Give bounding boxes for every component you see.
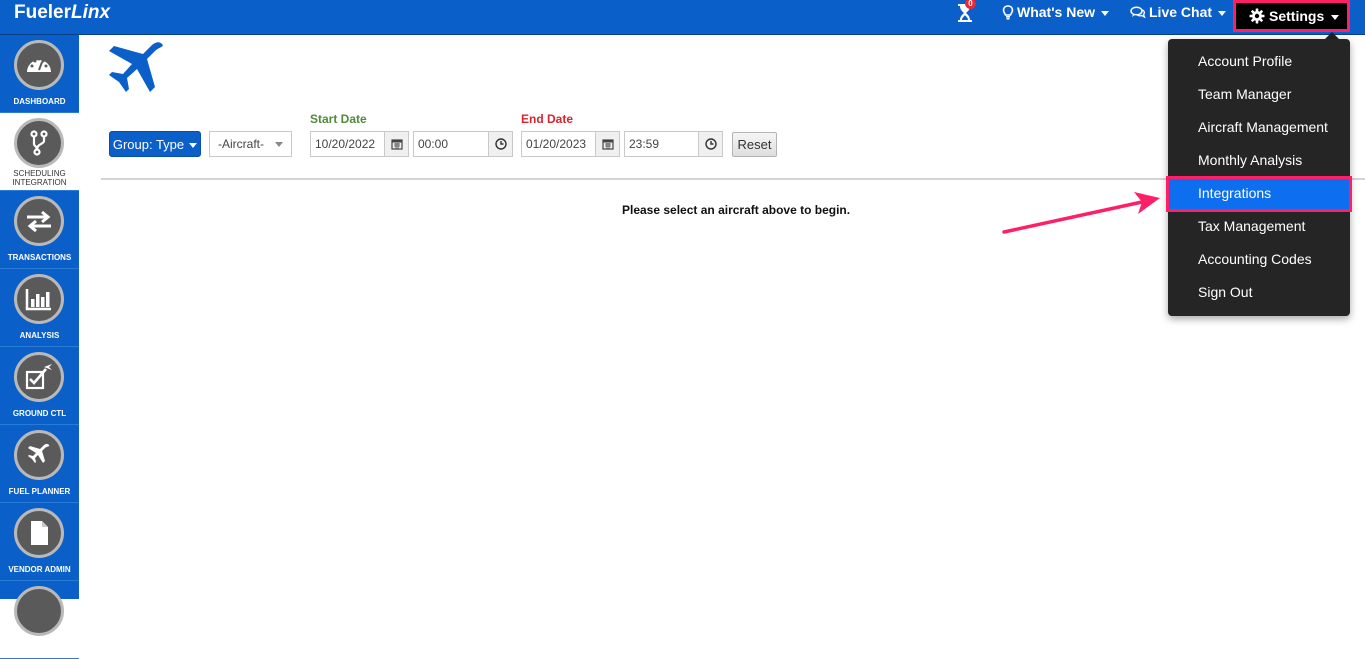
menu-item-aircraft-management[interactable]: Aircraft Management: [1168, 110, 1350, 143]
sidebar-item-scheduling-integration[interactable]: SCHEDULING INTEGRATION: [0, 113, 79, 191]
menu-item-sign-out[interactable]: Sign Out: [1168, 275, 1350, 308]
sidebar-item-label: GROUND CTL: [12, 409, 67, 418]
menu-item-monthly-analysis[interactable]: Monthly Analysis: [1168, 143, 1350, 176]
select-aircraft-hint: Please select an aircraft above to begin…: [622, 203, 851, 217]
dropdown-pointer: [1325, 32, 1339, 39]
menu-item-account-profile[interactable]: Account Profile: [1168, 44, 1350, 77]
clock-icon[interactable]: [488, 131, 513, 157]
checklist-plane-icon: [14, 352, 64, 402]
logo-italic: Linx: [71, 2, 111, 23]
branch-icon: [14, 118, 64, 168]
settings-label: Settings: [1269, 8, 1325, 24]
sidebar-item-fuel-planner[interactable]: FUEL PLANNER: [0, 425, 79, 503]
chevron-down-icon: [275, 142, 283, 147]
chevron-down-icon: [1101, 10, 1110, 16]
start-date-label: Start Date: [310, 112, 367, 126]
integrations-highlight-box: [1166, 176, 1352, 212]
top-navbar: FuelerLinx 0 What's New Live Chat Settin…: [0, 0, 1365, 35]
sidebar-item-more[interactable]: [0, 581, 79, 659]
sidebar-item-label: ANALYSIS: [19, 331, 60, 340]
end-date-label: End Date: [521, 112, 574, 126]
menu-item-accounting-codes[interactable]: Accounting Codes: [1168, 242, 1350, 275]
swap-arrows-icon: [14, 196, 64, 246]
live-chat-label: Live Chat: [1149, 4, 1213, 20]
device-icon: [14, 586, 64, 636]
settings-button[interactable]: Settings: [1233, 0, 1350, 32]
chevron-down-icon: [1218, 10, 1227, 16]
aircraft-select-value: -Aircraft-: [218, 137, 264, 151]
clock-icon[interactable]: [698, 131, 723, 157]
calendar-icon[interactable]: [595, 131, 620, 157]
group-type-label: Group: Type: [112, 136, 185, 152]
reset-button[interactable]: Reset: [732, 132, 777, 157]
chevron-down-icon: [1331, 14, 1340, 20]
sidebar-item-transactions[interactable]: TRANSACTIONS: [0, 191, 79, 269]
sidebar-item-label: FUEL PLANNER: [8, 487, 71, 496]
sidebar-item-label-line2: INTEGRATION: [12, 178, 67, 187]
sidebar-item-analysis[interactable]: ANALYSIS: [0, 269, 79, 347]
sidebar-item-label-line1: SCHEDULING: [13, 169, 66, 178]
sidebar-item-dashboard[interactable]: DASHBOARD: [0, 35, 79, 113]
bar-chart-icon: [14, 274, 64, 324]
annotation-arrow: [1002, 192, 1160, 234]
aircraft-select[interactable]: -Aircraft-: [209, 131, 292, 157]
menu-item-team-manager[interactable]: Team Manager: [1168, 77, 1350, 110]
group-type-button[interactable]: Group: Type: [109, 131, 201, 157]
fuelerlinx-logo[interactable]: FuelerLinx: [14, 2, 110, 24]
document-icon: [14, 508, 64, 558]
menu-item-tax-management[interactable]: Tax Management: [1168, 209, 1350, 242]
sidebar-item-vendor-admin[interactable]: VENDOR ADMIN: [0, 503, 79, 581]
sidebar-item-label: DASHBOARD: [13, 97, 66, 106]
aircraft-icon: [109, 42, 163, 92]
whats-new-label: What's New: [1017, 4, 1096, 20]
sidebar: DASHBOARD SCHEDULING INTEGRATION TRANSAC…: [0, 35, 79, 659]
chat-icon: [1130, 5, 1146, 18]
plane-icon: [14, 430, 64, 480]
sidebar-item-label: TRANSACTIONS: [7, 253, 72, 262]
chevron-down-icon: [189, 142, 198, 148]
gear-icon: [1249, 8, 1265, 24]
live-chat-link[interactable]: Live Chat: [1130, 4, 1227, 20]
start-date-input[interactable]: 10/20/2022: [310, 131, 385, 157]
calendar-icon[interactable]: [384, 131, 409, 157]
start-time-input[interactable]: 00:00: [413, 131, 489, 157]
logo-main: Fueler: [14, 2, 72, 23]
gauge-icon: [14, 40, 64, 90]
whats-new-link[interactable]: What's New: [1002, 4, 1110, 20]
lightbulb-icon: [1002, 4, 1014, 19]
end-date-input[interactable]: 01/20/2023: [521, 131, 596, 157]
end-time-input[interactable]: 23:59: [624, 131, 699, 157]
sidebar-item-ground-ctl[interactable]: GROUND CTL: [0, 347, 79, 425]
sidebar-item-label: VENDOR ADMIN: [8, 565, 71, 574]
